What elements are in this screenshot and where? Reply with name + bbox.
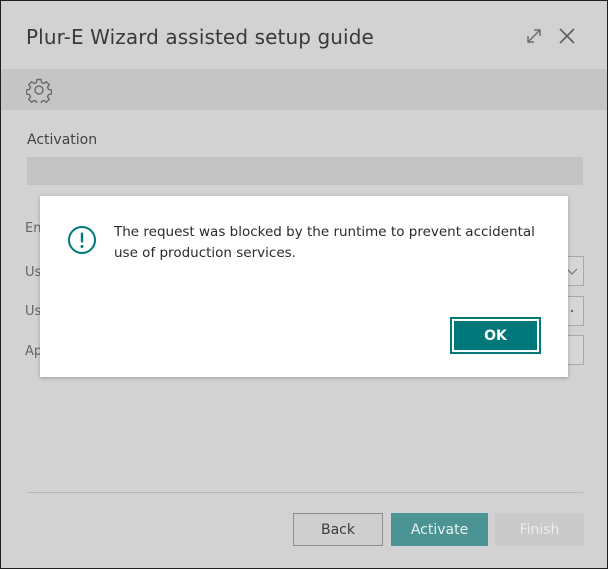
gear-icon[interactable]	[25, 77, 53, 106]
expand-icon[interactable]	[523, 25, 545, 47]
ok-button[interactable]: OK	[450, 317, 541, 354]
info-circle-icon	[67, 225, 97, 255]
footer-divider	[27, 492, 583, 493]
activation-field[interactable]	[27, 157, 583, 185]
back-button[interactable]: Back	[293, 513, 383, 546]
error-dialog: The request was blocked by the runtime t…	[40, 196, 568, 377]
partial-label-3: Us	[25, 304, 42, 319]
dialog-message: The request was blocked by the runtime t…	[114, 224, 535, 261]
window-title: Plur-E Wizard assisted setup guide	[26, 25, 374, 49]
activation-label: Activation	[27, 132, 98, 148]
partial-label-1: En	[25, 221, 42, 236]
activate-button[interactable]: Activate	[391, 513, 488, 546]
finish-button[interactable]: Finish	[495, 513, 584, 546]
toolbar	[1, 69, 607, 110]
partial-label-2: Us	[25, 265, 42, 280]
close-icon[interactable]	[556, 25, 578, 47]
